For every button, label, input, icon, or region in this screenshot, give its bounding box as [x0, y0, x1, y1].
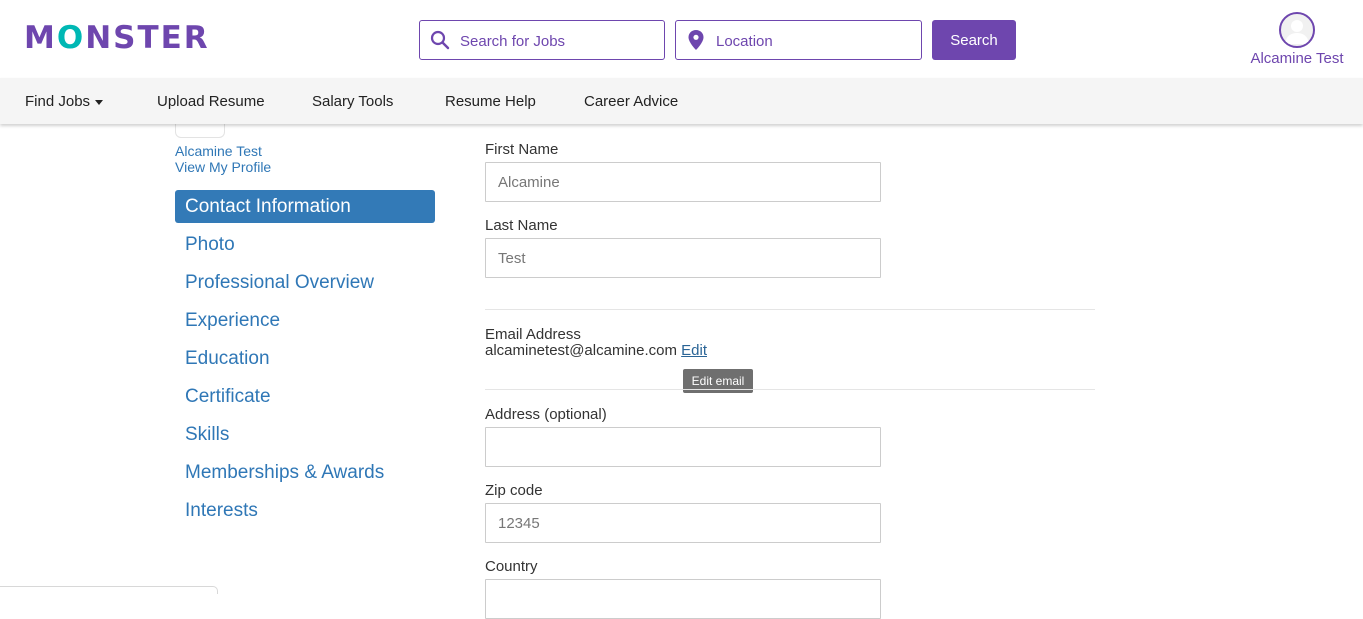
- search-icon: [420, 21, 460, 59]
- menu-certificate[interactable]: Certificate: [175, 380, 435, 413]
- main-nav: Find Jobs Upload Resume Salary Tools Res…: [0, 78, 1363, 124]
- address-label: Address (optional): [485, 406, 607, 423]
- job-search-input[interactable]: [460, 21, 664, 59]
- last-name-field[interactable]: [485, 238, 881, 278]
- location-input[interactable]: [716, 21, 921, 59]
- last-name-label: Last Name: [485, 217, 558, 234]
- email-address-value: alcaminetest@alcamine.com: [485, 342, 677, 359]
- zip-code-field[interactable]: [485, 503, 881, 543]
- email-address-row: alcaminetest@alcamine.com Edit: [485, 342, 707, 359]
- user-name-link[interactable]: Alcamine Test: [1240, 50, 1354, 67]
- menu-contact-information[interactable]: Contact Information: [175, 190, 435, 223]
- nav-upload-resume[interactable]: Upload Resume: [157, 78, 265, 124]
- menu-experience[interactable]: Experience: [175, 304, 435, 337]
- country-label: Country: [485, 558, 538, 575]
- country-field[interactable]: [485, 579, 881, 619]
- menu-photo[interactable]: Photo: [175, 228, 435, 261]
- first-name-label: First Name: [485, 141, 559, 158]
- nav-find-jobs[interactable]: Find Jobs: [25, 78, 104, 124]
- nav-salary-tools[interactable]: Salary Tools: [312, 78, 393, 124]
- menu-professional-overview[interactable]: Professional Overview: [175, 266, 435, 299]
- edit-email-link[interactable]: Edit: [681, 342, 707, 359]
- overlay-panel-edge: [0, 586, 218, 594]
- search-button[interactable]: Search: [932, 20, 1016, 60]
- nav-career-advice[interactable]: Career Advice: [584, 78, 678, 124]
- profile-section-menu: Contact Information Photo Professional O…: [175, 190, 435, 532]
- menu-interests[interactable]: Interests: [175, 494, 435, 527]
- address-field[interactable]: [485, 427, 881, 467]
- section-divider: [485, 389, 1095, 390]
- nav-resume-help[interactable]: Resume Help: [445, 78, 536, 124]
- user-avatar-icon[interactable]: [1279, 12, 1315, 48]
- location-search-box: [675, 20, 922, 60]
- location-pin-icon: [676, 21, 716, 59]
- first-name-field[interactable]: [485, 162, 881, 202]
- zip-code-label: Zip code: [485, 482, 543, 499]
- email-address-label: Email Address: [485, 326, 581, 343]
- profile-photo-thumbnail: [175, 124, 225, 138]
- view-my-profile-link[interactable]: View My Profile: [175, 159, 271, 175]
- job-search-box: [419, 20, 665, 60]
- menu-memberships-awards[interactable]: Memberships & Awards: [175, 456, 435, 489]
- caret-down-icon: [95, 99, 104, 105]
- monster-logo[interactable]: MONSTER: [24, 20, 210, 56]
- menu-skills[interactable]: Skills: [175, 418, 435, 451]
- menu-education[interactable]: Education: [175, 342, 435, 375]
- profile-name-link[interactable]: Alcamine Test: [175, 143, 262, 159]
- nav-find-jobs-label: Find Jobs: [25, 93, 91, 110]
- site-header: MONSTER Search Alcamine Test: [0, 0, 1363, 78]
- section-divider: [485, 309, 1095, 310]
